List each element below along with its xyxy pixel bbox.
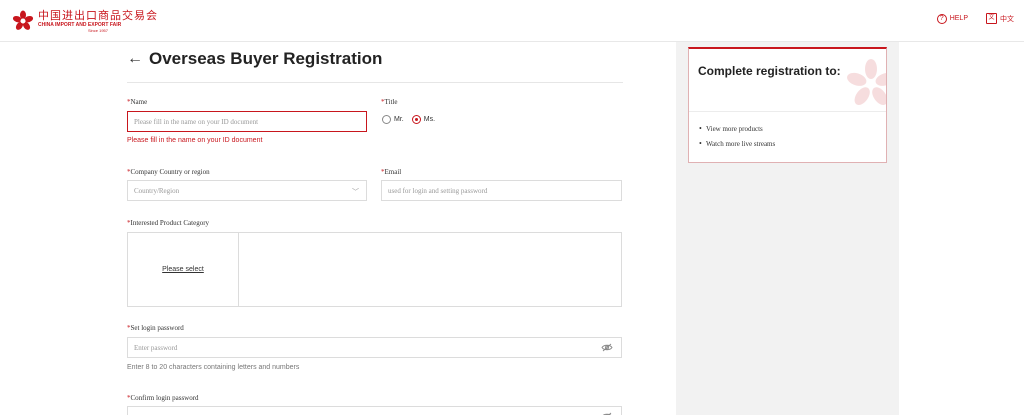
email-label: *Email <box>381 168 401 176</box>
email-field[interactable] <box>381 180 622 201</box>
category-label: *Interested Product Category <box>127 219 209 227</box>
logo-since: Since 1957 <box>87 27 108 33</box>
header-actions: ? HELP 文 中文 <box>936 13 1014 24</box>
top-header: 中国进出口商品交易会 CHINA IMPORT AND EXPORT FAIR … <box>0 0 1024 42</box>
language-label: 中文 <box>1000 15 1014 23</box>
please-select-link[interactable]: Please select <box>162 266 204 273</box>
flower-logo-icon <box>12 10 34 30</box>
registration-form: ← Overseas Buyer Registration *Name Plea… <box>127 42 623 415</box>
radio-ms-label: Ms. <box>423 116 436 123</box>
name-label: *Name <box>127 98 147 106</box>
password-field[interactable] <box>127 337 622 358</box>
radio-mr-dot[interactable] <box>382 115 391 124</box>
name-error: Please fill in the name on your ID docum… <box>127 137 263 144</box>
country-placeholder: Country/Region <box>134 186 180 195</box>
country-label-text: Company Country or region <box>130 168 210 176</box>
radio-mr-label: Mr. <box>394 116 404 123</box>
title-label: *Title <box>381 98 397 106</box>
country-select[interactable]: Country/Region ﹀ <box>127 180 367 201</box>
logo-text: 中国进出口商品交易会 CHINA IMPORT AND EXPORT FAIR … <box>38 10 158 33</box>
language-switch[interactable]: 文 中文 <box>986 13 1014 24</box>
radio-mr[interactable]: Mr. <box>382 115 404 124</box>
name-input[interactable] <box>134 117 366 126</box>
title-row: ← Overseas Buyer Registration <box>127 48 382 70</box>
password-label: *Set login password <box>127 324 184 332</box>
title-radio-group: Mr. Ms. <box>382 115 435 124</box>
card-divider <box>689 111 886 112</box>
category-label-text: Interested Product Category <box>130 219 210 227</box>
help-icon: ? <box>936 13 947 24</box>
flower-watermark-icon <box>847 59 886 105</box>
help-link[interactable]: ? HELP <box>936 13 968 24</box>
logo-english: CHINA IMPORT AND EXPORT FAIR <box>38 21 122 28</box>
benefit-item: View more products <box>699 124 775 133</box>
title-label-text: Title <box>384 98 398 106</box>
title-divider <box>127 82 623 83</box>
right-sidebar: Complete registration to: View more prod… <box>676 42 899 415</box>
arrow-left-icon[interactable]: ← <box>127 50 143 68</box>
password-input[interactable] <box>134 343 621 352</box>
category-picker: Please select <box>127 232 622 307</box>
name-field[interactable] <box>127 111 367 132</box>
confirm-password-label: *Confirm login password <box>127 394 199 402</box>
email-input[interactable] <box>388 186 621 195</box>
confirm-password-label-text: Confirm login password <box>130 394 199 402</box>
confirm-password-field[interactable] <box>127 406 622 415</box>
benefits-card: Complete registration to: View more prod… <box>688 47 887 163</box>
name-label-text: Name <box>130 98 148 106</box>
help-label: HELP <box>949 15 968 22</box>
password-label-text: Set login password <box>130 324 184 332</box>
page-title: Overseas Buyer Registration <box>149 49 383 68</box>
country-label: *Company Country or region <box>127 168 210 176</box>
radio-ms-dot[interactable] <box>411 115 421 124</box>
logo-chinese: 中国进出口商品交易会 <box>38 8 158 22</box>
benefit-item: Watch more live streams <box>699 139 775 148</box>
eye-hidden-icon[interactable] <box>601 343 613 352</box>
translate-icon: 文 <box>986 13 997 24</box>
canton-fair-logo[interactable]: 中国进出口商品交易会 CHINA IMPORT AND EXPORT FAIR … <box>12 9 158 33</box>
password-hint: Enter 8 to 20 characters containing lett… <box>127 364 300 371</box>
radio-ms[interactable]: Ms. <box>411 115 436 124</box>
benefits-list: View more products Watch more live strea… <box>699 124 775 155</box>
chevron-down-icon: ﹀ <box>352 188 359 196</box>
category-select-area[interactable]: Please select <box>128 233 239 306</box>
email-label-text: Email <box>384 168 402 176</box>
card-title: Complete registration to: <box>698 64 841 78</box>
